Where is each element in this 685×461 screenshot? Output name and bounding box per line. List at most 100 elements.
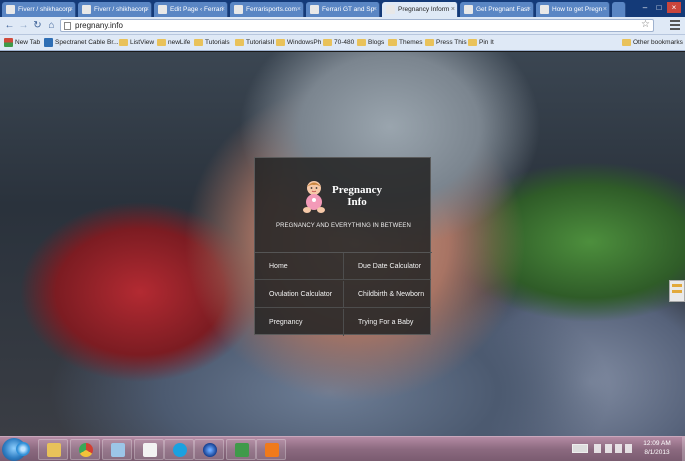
folder-icon [157,39,166,46]
bookmark-label: Spectranet Cable Br... [55,39,119,46]
maximize-icon[interactable]: □ [652,2,666,13]
favicon-icon [386,5,395,14]
taskbar-explorer[interactable] [38,439,68,460]
page-icon [64,22,71,30]
bookmark-press-this[interactable]: Press This [425,35,467,51]
bookmark-tutorials[interactable]: Tutorials [194,35,230,51]
favicon-icon [82,5,91,14]
close-icon[interactable]: × [221,2,225,17]
keyboard-icon[interactable] [572,444,588,453]
menu-icon[interactable] [670,20,680,31]
media-icon [203,443,217,457]
nav-item-due-date-calculator[interactable]: Due Date Calculator [343,253,431,280]
favicon-icon [6,5,15,14]
bookmark-spectranet[interactable]: Spectranet Cable Br... [44,35,119,51]
tab-ferrarisports[interactable]: Ferrarisports.com × [230,2,304,17]
close-icon[interactable]: × [69,2,73,17]
folder-icon [119,39,128,46]
favicon-icon [310,5,319,14]
bookmark-windowsph[interactable]: WindowsPh [276,35,321,51]
bookmark-label: New Tab [15,39,41,46]
nav-item-childbirth-newborn[interactable]: Childbirth & Newborn [343,281,431,308]
tab-label: Ferrarisports.com [246,6,297,13]
side-widget[interactable] [669,280,685,302]
taskbar-notepad[interactable] [134,439,164,460]
favicon-icon [158,5,167,14]
folder-icon [194,39,203,46]
home-icon[interactable]: ⌂ [45,19,58,32]
tab-get-pregnant[interactable]: Get Pregnant Fast × [460,2,534,17]
minimize-icon[interactable]: – [638,2,652,13]
bookmark-pin-it[interactable]: Pin It [468,35,494,51]
close-icon[interactable]: × [373,2,377,17]
taskbar-book[interactable] [226,439,256,460]
nav-item-trying-for-a-baby[interactable]: Trying For a Baby [343,309,431,336]
taskbar-ie[interactable] [8,439,38,460]
folder-icon [357,39,366,46]
bookmark-label: Press This [436,39,467,46]
nav-item-home[interactable]: Home [255,253,343,280]
tab-fiverr-1[interactable]: Fiverr / shikhacorp × [2,2,76,17]
other-bookmarks-label: Other bookmarks [633,39,683,46]
bookmark-new-tab[interactable]: New Tab [4,35,40,51]
back-icon[interactable]: ← [3,19,16,32]
bookmark-listview[interactable]: ListView [119,35,154,51]
bookmark-70-480[interactable]: 70-480 [323,35,354,51]
close-icon[interactable]: × [451,2,455,17]
bookmark-blogs[interactable]: Blogs [357,35,384,51]
nav-item-pregnancy[interactable]: Pregnancy [255,309,343,336]
hero-background: Pregnancy Info PREGNANCY AND EVERYTHING … [0,52,685,436]
address-text: pregnany.info [75,21,123,30]
taskbar: 12:09 AM 8/1/2013 [0,436,685,461]
browser-toolbar: ← → ↻ ⌂ pregnany.info ☆ [0,17,685,35]
address-bar[interactable]: pregnany.info ☆ [60,19,654,32]
flag-icon[interactable] [605,444,612,453]
bookmark-themes[interactable]: Themes [388,35,422,51]
site-logo[interactable]: Pregnancy Info [255,176,432,216]
tab-ferrari-gt[interactable]: Ferrari GT and Sp × [306,2,380,17]
bookmark-star-icon[interactable]: ☆ [641,19,650,30]
close-icon[interactable]: × [297,2,301,17]
volume-icon[interactable] [625,444,632,453]
nav-item-ovulation-calculator[interactable]: Ovulation Calculator [255,281,343,308]
site-tagline: PREGNANCY AND EVERYTHING IN BETWEEN [276,223,411,229]
tab-fiverr-2[interactable]: Fiverr / shikhacorp × [78,2,152,17]
taskbar-xampp[interactable] [256,439,286,460]
tab-edit-page[interactable]: Edit Page ‹ Ferrari × [154,2,228,17]
taskbar-skype[interactable] [164,439,194,460]
book-icon [235,443,249,457]
bookmark-label: Pin It [479,39,494,46]
site-title-line1: Pregnancy [332,184,382,196]
folder-icon [388,39,397,46]
other-bookmarks[interactable]: Other bookmarks [622,35,683,51]
bookmark-tutorialsii[interactable]: TutorialsII [235,35,274,51]
main-nav: Home Due Date Calculator Ovulation Calcu… [255,252,432,336]
bookmark-label: 70-480 [334,39,355,46]
close-icon[interactable]: × [145,2,149,17]
tray-arrow-icon[interactable] [594,444,601,453]
folder-icon [323,39,332,46]
internet-explorer-icon [16,442,30,456]
tab-label: Fiverr / shikhacorp [18,6,72,13]
tab-label: Get Pregnant Fast [476,6,530,13]
taskbar-media[interactable] [194,439,224,460]
tab-how-to-get-pregnant[interactable]: How to get Pregn × [536,2,610,17]
taskbar-app[interactable] [102,439,132,460]
close-window-icon[interactable]: × [667,2,681,13]
bookmark-newlife[interactable]: newLife [157,35,190,51]
tab-label: How to get Pregn [552,6,603,13]
tab-pregnancy-info[interactable]: Pregnancy Inform × [382,2,458,17]
taskbar-chrome[interactable] [70,439,100,460]
forward-icon[interactable]: → [17,19,30,32]
bookmark-label: TutorialsII [246,39,275,46]
new-tab-button[interactable] [612,2,626,17]
close-icon[interactable]: × [603,2,607,17]
folder-icon [425,39,434,46]
clock[interactable]: 12:09 AM 8/1/2013 [632,439,682,457]
app-icon [111,443,125,457]
file-explorer-icon [47,443,61,457]
reload-icon[interactable]: ↻ [31,19,44,32]
bookmark-label: Tutorials [205,39,230,46]
network-icon[interactable] [615,444,622,453]
close-icon[interactable]: × [527,2,531,17]
